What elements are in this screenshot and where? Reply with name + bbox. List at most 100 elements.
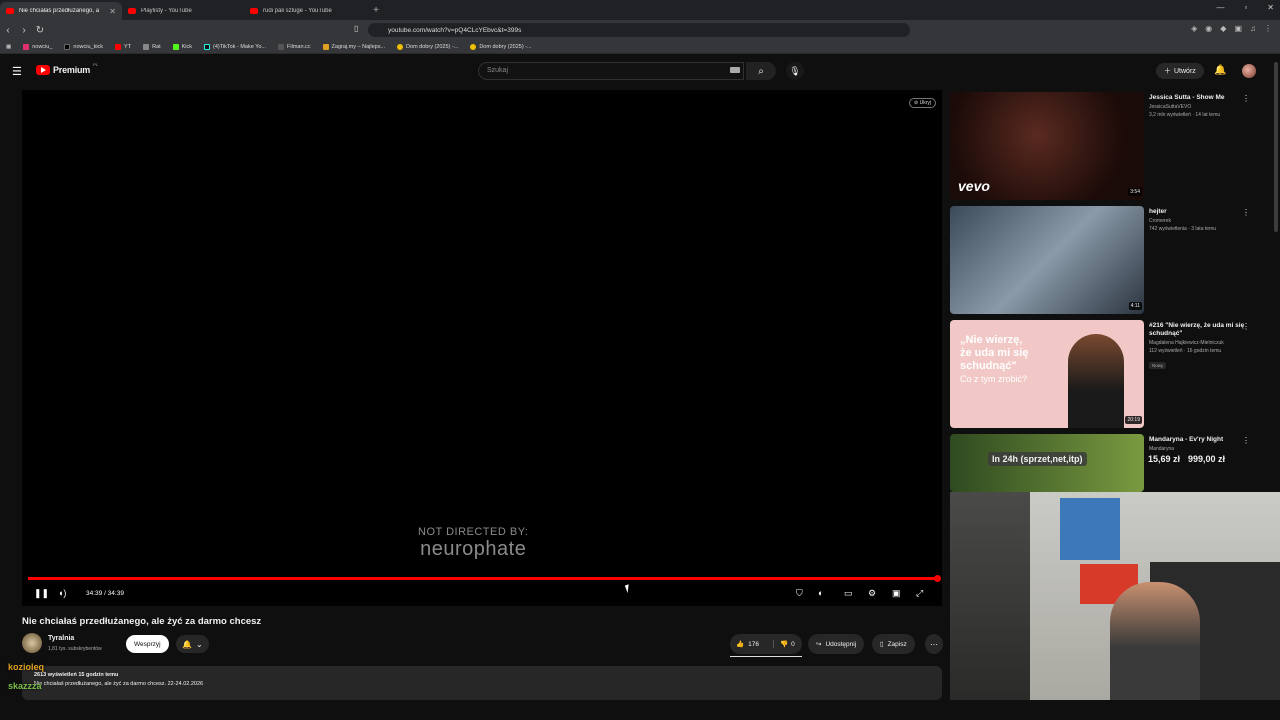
like-button[interactable]: 👍 176 [730,640,774,648]
recommendation-channel[interactable]: JessicaSuttaVEVO [1149,104,1253,110]
apps-icon[interactable]: ▦ [6,44,11,50]
save-button[interactable]: ▯ Zapisz [872,634,915,654]
film-icon [397,43,404,50]
recommendation-item[interactable]: Mandaryna - Ev'ry Night Mandaryna ⋮ In 2… [950,434,1280,492]
kebab-menu-icon[interactable]: ⋮ [1242,436,1250,445]
bookmark-item[interactable]: Dom dobry (2025) -... [397,43,458,50]
maximize-icon[interactable]: ▫ [1244,3,1247,12]
recommendation-meta: hejter Cromerek 742 wyświetlenia · 3 lat… [1149,208,1253,232]
page-scrollbar[interactable] [1274,62,1278,232]
bookmark-item[interactable]: Filman.cc [278,43,311,50]
tab-rudi[interactable]: rudi pali szluge - YouTube [244,2,366,20]
notifications-bell-icon[interactable]: 🔔 [1214,65,1226,76]
voice-search-button[interactable]: 🎙 [786,62,804,80]
recommendation-title[interactable]: Mandaryna - Ev'ry Night [1149,436,1253,444]
bookmark-item[interactable]: (4)TikTok - Make Yo... [204,43,266,50]
search-input[interactable]: Szukaj [478,62,744,80]
forward-icon[interactable]: › [16,25,32,36]
subscribe-bell-button[interactable]: 🔔 ⌄ [176,635,209,653]
scrubber-handle[interactable] [934,575,941,582]
extension-icon[interactable]: ◈ [1191,24,1197,33]
join-button[interactable]: Wesprzyj [126,635,169,653]
search-button[interactable]: ⌕ [746,62,776,80]
hide-button[interactable]: ⊘ Ukryj [909,98,936,108]
bookmark-item[interactable]: Kick [172,43,192,50]
logo-text: Premium [53,65,91,75]
more-actions-button[interactable]: ⋯ [925,634,943,654]
channel-name[interactable]: Tyralnia [48,635,74,642]
recommendation-item[interactable]: „Nie wierzę, że uda mi się schudnąć" Co … [950,320,1280,428]
recommendation-title[interactable]: hejter [1149,208,1253,216]
channel-avatar[interactable] [22,633,42,653]
recommendation-channel[interactable]: Cromerek [1149,218,1253,224]
sponsorblock-icon[interactable]: ⛉ [796,588,803,599]
progress-bar[interactable] [28,575,941,582]
extension-icon[interactable]: ▣ [1234,24,1242,33]
video-title: Nie chciałaś przedłużanego, ale żyć za d… [22,616,262,627]
close-icon[interactable]: ✕ [109,7,116,16]
streamer [1110,582,1200,700]
mic-icon: 🎙 [789,65,801,76]
video-thumbnail[interactable]: „Nie wierzę, że uda mi się schudnąć" Co … [950,320,1144,428]
kebab-menu-icon[interactable]: ⋮ [1242,208,1250,217]
share-button[interactable]: ↪ Udostępnij [808,634,865,654]
reload-icon[interactable]: ↻ [32,25,48,36]
recommendation-meta: Mandaryna - Ev'ry Night Mandaryna [1149,436,1253,452]
dislike-button[interactable]: 👎 0 [774,640,802,649]
extension-icon[interactable]: ◆ [1220,24,1226,33]
settings-gear-icon[interactable]: ⚙ [868,588,876,599]
address-bar[interactable]: youtube.com/watch?v=pQ4CLcYEbvc&t=399s [368,23,910,37]
menu-dots-icon[interactable]: ⋮ [1264,24,1272,33]
tab-label: rudi pali szluge - YouTube [263,8,332,14]
vevo-logo: vevo [958,178,990,194]
wall-poster [1060,498,1120,560]
pause-icon[interactable]: ❚❚ [34,588,49,599]
fullscreen-icon[interactable]: ⤢ [916,588,923,599]
bookmark-item[interactable]: Zagraj.my – Najleps... [322,43,385,50]
miniplayer-icon[interactable]: ▣ [892,588,901,599]
tab-current-video[interactable]: Nie chciałaś przedłużanego, a ✕ [0,2,122,20]
bookmark-icon[interactable]: ▯ [354,24,358,33]
close-window-icon[interactable]: ✕ [1267,3,1274,12]
extension-icon[interactable]: ◉ [1205,24,1212,33]
donation-goal-banner: In 24h (sprzet,net,itp) [988,452,1087,466]
bookmark-item[interactable]: nowciu_ [23,43,52,50]
recommendation-channel[interactable]: Mandaryna [1149,446,1253,452]
filman-icon [278,43,285,50]
avatar[interactable] [1242,64,1256,78]
bookmark-item[interactable]: nowciu_kick [64,43,103,50]
video-thumbnail[interactable]: vevo [950,92,1144,200]
kebab-menu-icon[interactable]: ⋮ [1242,94,1250,103]
window-controls: — ▫ ✕ [1216,3,1274,12]
video-thumbnail[interactable] [950,206,1144,314]
tab-playlists[interactable]: Playlisty - YouTube [122,2,244,20]
new-tab-button[interactable]: + [366,5,386,16]
thumbs-up-icon: 👍 [736,641,745,648]
recommendation-item[interactable]: 4:11 hejter Cromerek 742 wyświetlenia · … [950,206,1280,314]
time-display: 34:39 / 34:39 [86,590,124,597]
autoplay-toggle[interactable]: ◐ [818,588,823,598]
music-icon[interactable]: ♫ [1250,24,1256,33]
video-player[interactable]: ⊘ Ukryj NOT DIRECTED BY: neurophate ❚❚ ◖… [22,90,942,606]
minimize-icon[interactable]: — [1216,3,1224,12]
bookmark-item[interactable]: YT [115,43,131,50]
recommendation-item[interactable]: vevo 3:54 Jessica Sutta - Show Me Jessic… [950,92,1280,200]
bookmark-item[interactable]: Dom dobry (2025) -... [470,43,532,50]
subscriber-count: 1,81 tys. subskrybentów [48,646,102,652]
video-credit: NOT DIRECTED BY: neurophate [418,526,528,561]
youtube-logo[interactable]: Premium PL [36,61,99,75]
bookmark-item[interactable]: Rat [143,43,161,50]
volume-icon[interactable]: ◖) [58,588,66,598]
tiktok-icon [204,43,211,50]
back-icon[interactable]: ‹ [0,25,16,36]
description-box[interactable]: 2613 wyświetleń 15 godzin temu Nie chcia… [22,666,942,700]
recommendation-title[interactable]: Jessica Sutta - Show Me [1149,94,1253,102]
create-button[interactable]: ＋ Utwórz [1156,63,1204,79]
keyboard-icon[interactable] [730,67,740,73]
recommendation-channel[interactable]: Magdalena Hajkiewicz-Mielniczuk [1149,340,1253,346]
kebab-menu-icon[interactable]: ⋮ [1242,322,1250,331]
subtitles-icon[interactable]: ▭ [844,588,853,599]
logo-region: PL [93,61,99,67]
recommendation-title[interactable]: #216 "Nie wierzę, że uda mi się schudnąć… [1149,322,1253,338]
hamburger-menu-icon[interactable]: ☰ [12,65,22,78]
